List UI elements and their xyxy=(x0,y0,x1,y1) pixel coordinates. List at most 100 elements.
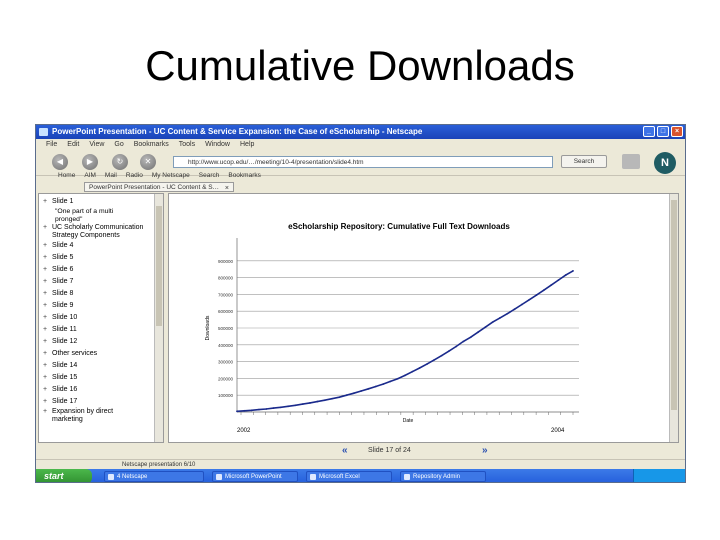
outline-item[interactable]: Slide 9 xyxy=(39,300,163,312)
outline-item[interactable]: Slide 15 xyxy=(39,372,163,384)
menu-go[interactable]: Go xyxy=(114,139,123,150)
menu-window[interactable]: Window xyxy=(205,139,230,150)
bookmark-mail[interactable]: Mail xyxy=(105,170,117,181)
data-point xyxy=(572,269,574,272)
outline-item[interactable]: Slide 14 xyxy=(39,360,163,372)
data-point xyxy=(374,385,377,388)
tab-presentation[interactable]: PowerPoint Presentation - UC Content & S… xyxy=(84,182,234,192)
outline-item[interactable]: UC Scholarly Communication Strategy Comp… xyxy=(39,224,151,240)
y-tick-label: 900000 xyxy=(218,259,234,264)
menu-view[interactable]: View xyxy=(89,139,104,150)
previous-slide-button[interactable]: « xyxy=(342,445,348,457)
y-tick-label: 200000 xyxy=(218,376,234,381)
menu-tools[interactable]: Tools xyxy=(179,139,195,150)
window-titlebar: PowerPoint Presentation - UC Content & S… xyxy=(36,125,685,139)
data-point xyxy=(352,392,355,395)
outline-item[interactable]: Slide 11 xyxy=(39,324,163,336)
data-point xyxy=(477,331,479,334)
bookmark-radio[interactable]: Radio xyxy=(126,170,143,181)
bookmark-search[interactable]: Search xyxy=(199,170,220,181)
start-button[interactable]: start xyxy=(36,469,92,482)
x-tick-label: 2004 xyxy=(551,428,565,434)
data-point xyxy=(396,377,399,380)
y-axis-label: Downloads xyxy=(205,315,211,340)
outline-scroll-thumb[interactable] xyxy=(156,206,162,326)
outline-item[interactable]: Slide 5 xyxy=(39,252,163,264)
outline-item[interactable]: Slide 8 xyxy=(39,288,163,300)
menu-file[interactable]: File xyxy=(46,139,57,150)
data-point xyxy=(528,298,531,301)
data-point xyxy=(265,408,268,410)
maximize-button[interactable]: □ xyxy=(657,126,669,137)
close-button[interactable]: × xyxy=(671,126,683,137)
data-point xyxy=(323,399,326,402)
data-point xyxy=(382,383,384,386)
data-point xyxy=(279,406,282,409)
outline-item[interactable]: Slide 10 xyxy=(39,312,163,324)
outline-item[interactable]: Slide 12 xyxy=(39,336,163,348)
bookmark-my-netscape[interactable]: My Netscape xyxy=(152,170,190,181)
reload-button[interactable]: ↻ xyxy=(112,154,128,170)
outline-item[interactable]: "One part of a multi pronged" xyxy=(39,208,139,224)
bookmark-aim[interactable]: AIM xyxy=(84,170,96,181)
bookmark-home[interactable]: Home xyxy=(58,170,75,181)
back-button[interactable]: ◀ xyxy=(52,154,68,170)
next-slide-button[interactable]: » xyxy=(482,445,488,457)
data-point xyxy=(535,294,538,296)
chart-title: eScholarship Repository: Cumulative Full… xyxy=(288,222,510,231)
data-point xyxy=(272,407,275,410)
data-point xyxy=(338,396,341,399)
data-point xyxy=(550,284,552,287)
minimize-button[interactable]: _ xyxy=(643,126,655,137)
outline-item[interactable]: Slide 1 xyxy=(39,196,163,208)
window-title: PowerPoint Presentation - UC Content & S… xyxy=(52,127,423,136)
outline-item[interactable]: Expansion by direct marketing xyxy=(39,408,143,424)
tab-close-icon[interactable]: × xyxy=(225,184,229,191)
data-point xyxy=(389,380,392,383)
outline-scrollbar[interactable] xyxy=(154,194,163,442)
data-point xyxy=(309,402,311,404)
taskbar-item[interactable]: Microsoft Excel xyxy=(306,471,392,482)
slide-counter: Slide 17 of 24 xyxy=(368,447,411,454)
print-icon[interactable] xyxy=(622,154,640,169)
menu-edit[interactable]: Edit xyxy=(67,139,79,150)
taskbar-item[interactable]: 4 Netscape xyxy=(104,471,204,482)
search-button[interactable]: Search xyxy=(561,155,607,168)
system-tray xyxy=(633,469,685,482)
data-point xyxy=(250,409,253,412)
forward-button[interactable]: ▶ xyxy=(82,154,98,170)
stop-button[interactable]: ✕ xyxy=(140,154,156,170)
data-point xyxy=(513,308,516,311)
series-line xyxy=(236,270,574,413)
data-point xyxy=(499,317,501,319)
data-point xyxy=(294,404,297,407)
x-axis-label: Date xyxy=(403,418,414,424)
outline-item[interactable]: Slide 6 xyxy=(39,264,163,276)
data-point xyxy=(469,336,472,339)
slide-scroll-thumb[interactable] xyxy=(671,200,677,410)
menu-bookmarks[interactable]: Bookmarks xyxy=(134,139,169,150)
outline-item[interactable]: Slide 16 xyxy=(39,384,163,396)
tab-strip: PowerPoint Presentation - UC Content & S… xyxy=(36,181,685,193)
status-bar: Netscape presentation 6/10 xyxy=(36,459,685,469)
data-point xyxy=(542,289,545,292)
taskbar-item[interactable]: Repository Admin xyxy=(400,471,486,482)
y-tick-label: 700000 xyxy=(218,292,234,297)
outline-item[interactable]: Slide 7 xyxy=(39,276,163,288)
data-point xyxy=(484,326,487,329)
slide-scrollbar[interactable] xyxy=(669,194,678,442)
outline-item[interactable]: Slide 4 xyxy=(39,240,163,252)
bookmark-bookmarks[interactable]: Bookmarks xyxy=(228,170,261,181)
data-point xyxy=(404,374,406,377)
slide-navigator: « Slide 17 of 24 » xyxy=(168,445,679,457)
y-tick-label: 600000 xyxy=(218,309,234,314)
menu-help[interactable]: Help xyxy=(240,139,254,150)
data-point xyxy=(243,409,246,412)
data-point xyxy=(440,354,443,357)
x-tick-label: 2002 xyxy=(237,428,251,434)
data-point xyxy=(557,279,560,282)
taskbar-item[interactable]: Microsoft PowerPoint xyxy=(212,471,298,482)
url-input[interactable]: http://www.ucop.edu/…/meeting/10-4/prese… xyxy=(173,156,553,168)
outline-item[interactable]: Other services xyxy=(39,348,163,360)
outline-item[interactable]: Slide 17 xyxy=(39,396,163,408)
